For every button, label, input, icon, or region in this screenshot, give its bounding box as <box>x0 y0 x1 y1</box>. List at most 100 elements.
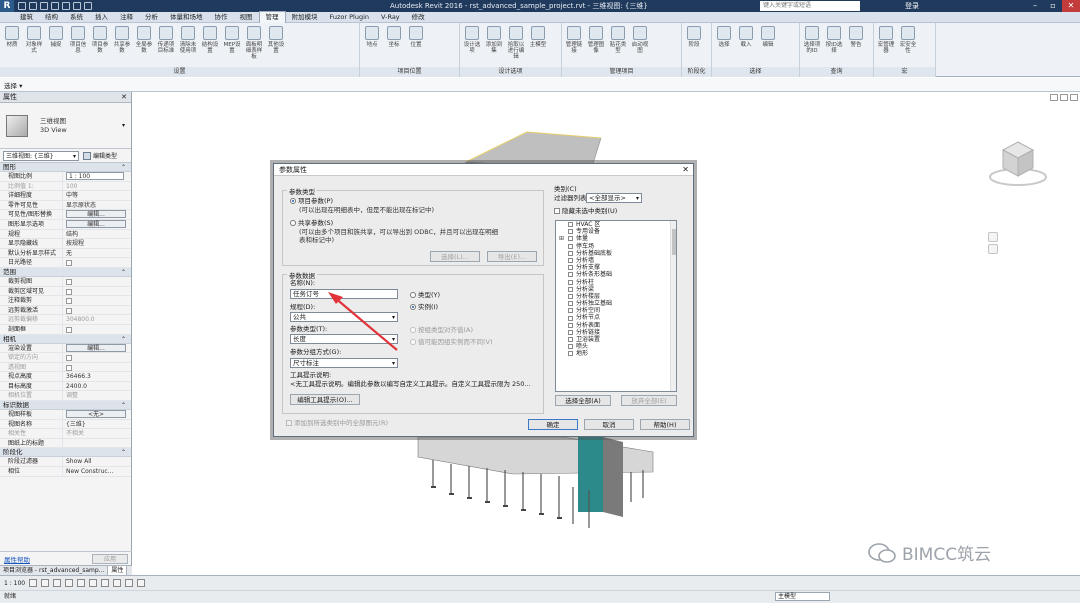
ribbon-tool[interactable]: 管理链接 <box>564 26 584 62</box>
category-item[interactable]: 分析链接 <box>556 329 676 336</box>
category-item[interactable]: 分析墙 <box>556 257 676 264</box>
property-checkbox[interactable] <box>66 260 72 267</box>
property-edit-button[interactable]: 编辑... <box>66 343 126 352</box>
category-checkbox[interactable] <box>568 329 573 335</box>
group-select[interactable]: 尺寸标注 <box>290 358 398 368</box>
crop-icon[interactable] <box>89 579 98 587</box>
minimize-button[interactable]: – <box>1026 0 1044 12</box>
ribbon-tool[interactable]: 设计选项 <box>462 26 482 62</box>
visual-style-icon[interactable] <box>41 579 50 587</box>
main-model-field[interactable]: 主模型 <box>775 592 830 601</box>
category-checkbox[interactable] <box>568 250 573 256</box>
property-value[interactable]: 无 <box>66 250 72 257</box>
category-checkbox[interactable] <box>568 308 573 314</box>
export-button[interactable]: 导出(E)... <box>487 251 537 262</box>
ribbon-tool[interactable]: 载入 <box>736 26 756 62</box>
tab-10[interactable]: 附加模块 <box>286 12 324 23</box>
property-checkbox[interactable] <box>66 298 72 305</box>
type-selector[interactable]: 三维视图 3D View ▾ <box>0 103 131 149</box>
close-icon[interactable]: ✕ <box>121 92 127 103</box>
property-section-header[interactable]: 阶段化 <box>0 448 131 458</box>
property-checkbox[interactable] <box>66 355 72 362</box>
properties-help-link[interactable]: 属性帮助 <box>4 554 30 564</box>
property-value[interactable]: 不相关 <box>66 430 84 437</box>
category-checkbox[interactable] <box>568 229 573 235</box>
project-param-option[interactable]: 项目参数(P) <box>290 197 333 205</box>
vary-by-group-option[interactable]: 值可能因组实例而不同(V) <box>410 338 493 346</box>
property-value[interactable]: 结构 <box>66 231 78 238</box>
chevron-down-icon[interactable]: ▾ <box>122 122 125 129</box>
category-checkbox[interactable] <box>568 293 573 299</box>
discipline-select[interactable]: 公共 <box>290 312 398 322</box>
property-value[interactable]: Show All <box>66 458 92 465</box>
tab-4[interactable]: 注释 <box>114 12 139 23</box>
category-checkbox[interactable] <box>568 265 573 271</box>
login-button[interactable]: 登录 <box>905 0 919 12</box>
undo-icon[interactable] <box>40 2 48 10</box>
ribbon-tool[interactable]: 启动视图 <box>630 26 650 62</box>
category-checkbox[interactable] <box>568 344 573 350</box>
hide-unchecked-option[interactable]: 隐藏未选中类别(U) <box>554 207 617 215</box>
application-menu-button[interactable]: R <box>0 0 14 12</box>
category-checkbox[interactable] <box>568 351 573 357</box>
vary-by-group-radio[interactable] <box>410 339 416 345</box>
property-value[interactable]: 2400.0 <box>66 383 87 390</box>
save-icon[interactable] <box>29 2 37 10</box>
ribbon-tool[interactable]: 项目参数 <box>90 26 110 62</box>
lock-icon[interactable] <box>113 579 122 587</box>
zoom-icon[interactable] <box>988 244 998 254</box>
align-by-group-radio[interactable] <box>410 327 416 333</box>
property-value[interactable]: 36466.3 <box>66 373 91 380</box>
ribbon-tool[interactable]: 阶段 <box>684 26 704 62</box>
shared-param-radio[interactable] <box>290 220 296 226</box>
property-section-header[interactable]: 范围 <box>0 267 131 277</box>
ribbon-tool[interactable]: 主模型 <box>528 26 548 62</box>
property-checkbox[interactable] <box>66 364 72 371</box>
ribbon-tool[interactable]: 选择项的ID <box>802 26 822 62</box>
category-checkbox[interactable] <box>568 258 573 264</box>
property-edit-button[interactable]: 编辑... <box>66 219 126 228</box>
property-checkbox[interactable] <box>66 307 72 314</box>
tab-7[interactable]: 协作 <box>209 12 234 23</box>
close-button[interactable]: ✕ <box>1062 0 1080 12</box>
tab-11[interactable]: Fuzor Plugin <box>324 12 376 23</box>
hide-unchecked-checkbox[interactable] <box>554 208 560 214</box>
category-item[interactable]: 分析楼层 <box>556 293 676 300</box>
viewcube[interactable] <box>983 132 1053 192</box>
category-checkbox[interactable] <box>568 337 573 343</box>
category-list[interactable]: HVAC 区专用设备 ⊞ 体量 停车场 分析基础底板 分析墙 分析支撑 分析条形基础 分析柱 分析… <box>555 220 677 392</box>
category-item[interactable]: 停车场 <box>556 243 676 250</box>
property-input[interactable]: 1 : 100 <box>66 172 124 180</box>
property-checkbox[interactable] <box>66 278 72 285</box>
reveal-hidden-icon[interactable] <box>137 579 146 587</box>
temporary-hide-icon[interactable] <box>125 579 134 587</box>
category-checkbox[interactable] <box>568 315 573 321</box>
tab-5[interactable]: 分析 <box>139 12 164 23</box>
select-shared-button[interactable]: 选择(L)... <box>430 251 480 262</box>
tab-0[interactable]: 建筑 <box>14 12 39 23</box>
3d-view-icon[interactable] <box>84 2 92 10</box>
category-item[interactable]: HVAC 区 <box>556 221 676 228</box>
help-button[interactable]: 帮助(H) <box>640 419 690 430</box>
ribbon-tool[interactable]: 项目信息 <box>68 26 88 62</box>
category-checkbox[interactable] <box>568 279 573 285</box>
ribbon-tool[interactable]: 捕捉 <box>46 26 66 62</box>
ribbon-tool[interactable]: 对象样式 <box>24 26 44 62</box>
category-item[interactable]: 卫浴装置 <box>556 336 676 343</box>
name-input[interactable]: 任务订号 <box>290 289 398 299</box>
ribbon-tool[interactable]: 其他设置 <box>266 26 286 62</box>
category-item[interactable]: 专用设备 <box>556 228 676 235</box>
property-value[interactable]: 100 <box>66 183 77 190</box>
instance-option[interactable]: 实例(I) <box>410 303 438 311</box>
select-dropdown[interactable]: 选择 ▾ <box>4 80 22 90</box>
property-value[interactable]: 304800.0 <box>66 316 95 323</box>
category-item[interactable]: 分析支撑 <box>556 264 676 271</box>
tab-properties[interactable]: 属性 <box>108 566 128 575</box>
category-checkbox[interactable] <box>568 301 573 307</box>
ribbon-tool[interactable]: 地点 <box>362 26 382 62</box>
ribbon-tool[interactable]: 添加到集 <box>484 26 504 62</box>
property-section-header[interactable]: 标识数据 <box>0 401 131 411</box>
property-value[interactable]: 显示原状态 <box>66 202 96 209</box>
ribbon-tool[interactable]: 警告 <box>846 26 866 62</box>
tab-12[interactable]: V-Ray <box>375 12 406 23</box>
